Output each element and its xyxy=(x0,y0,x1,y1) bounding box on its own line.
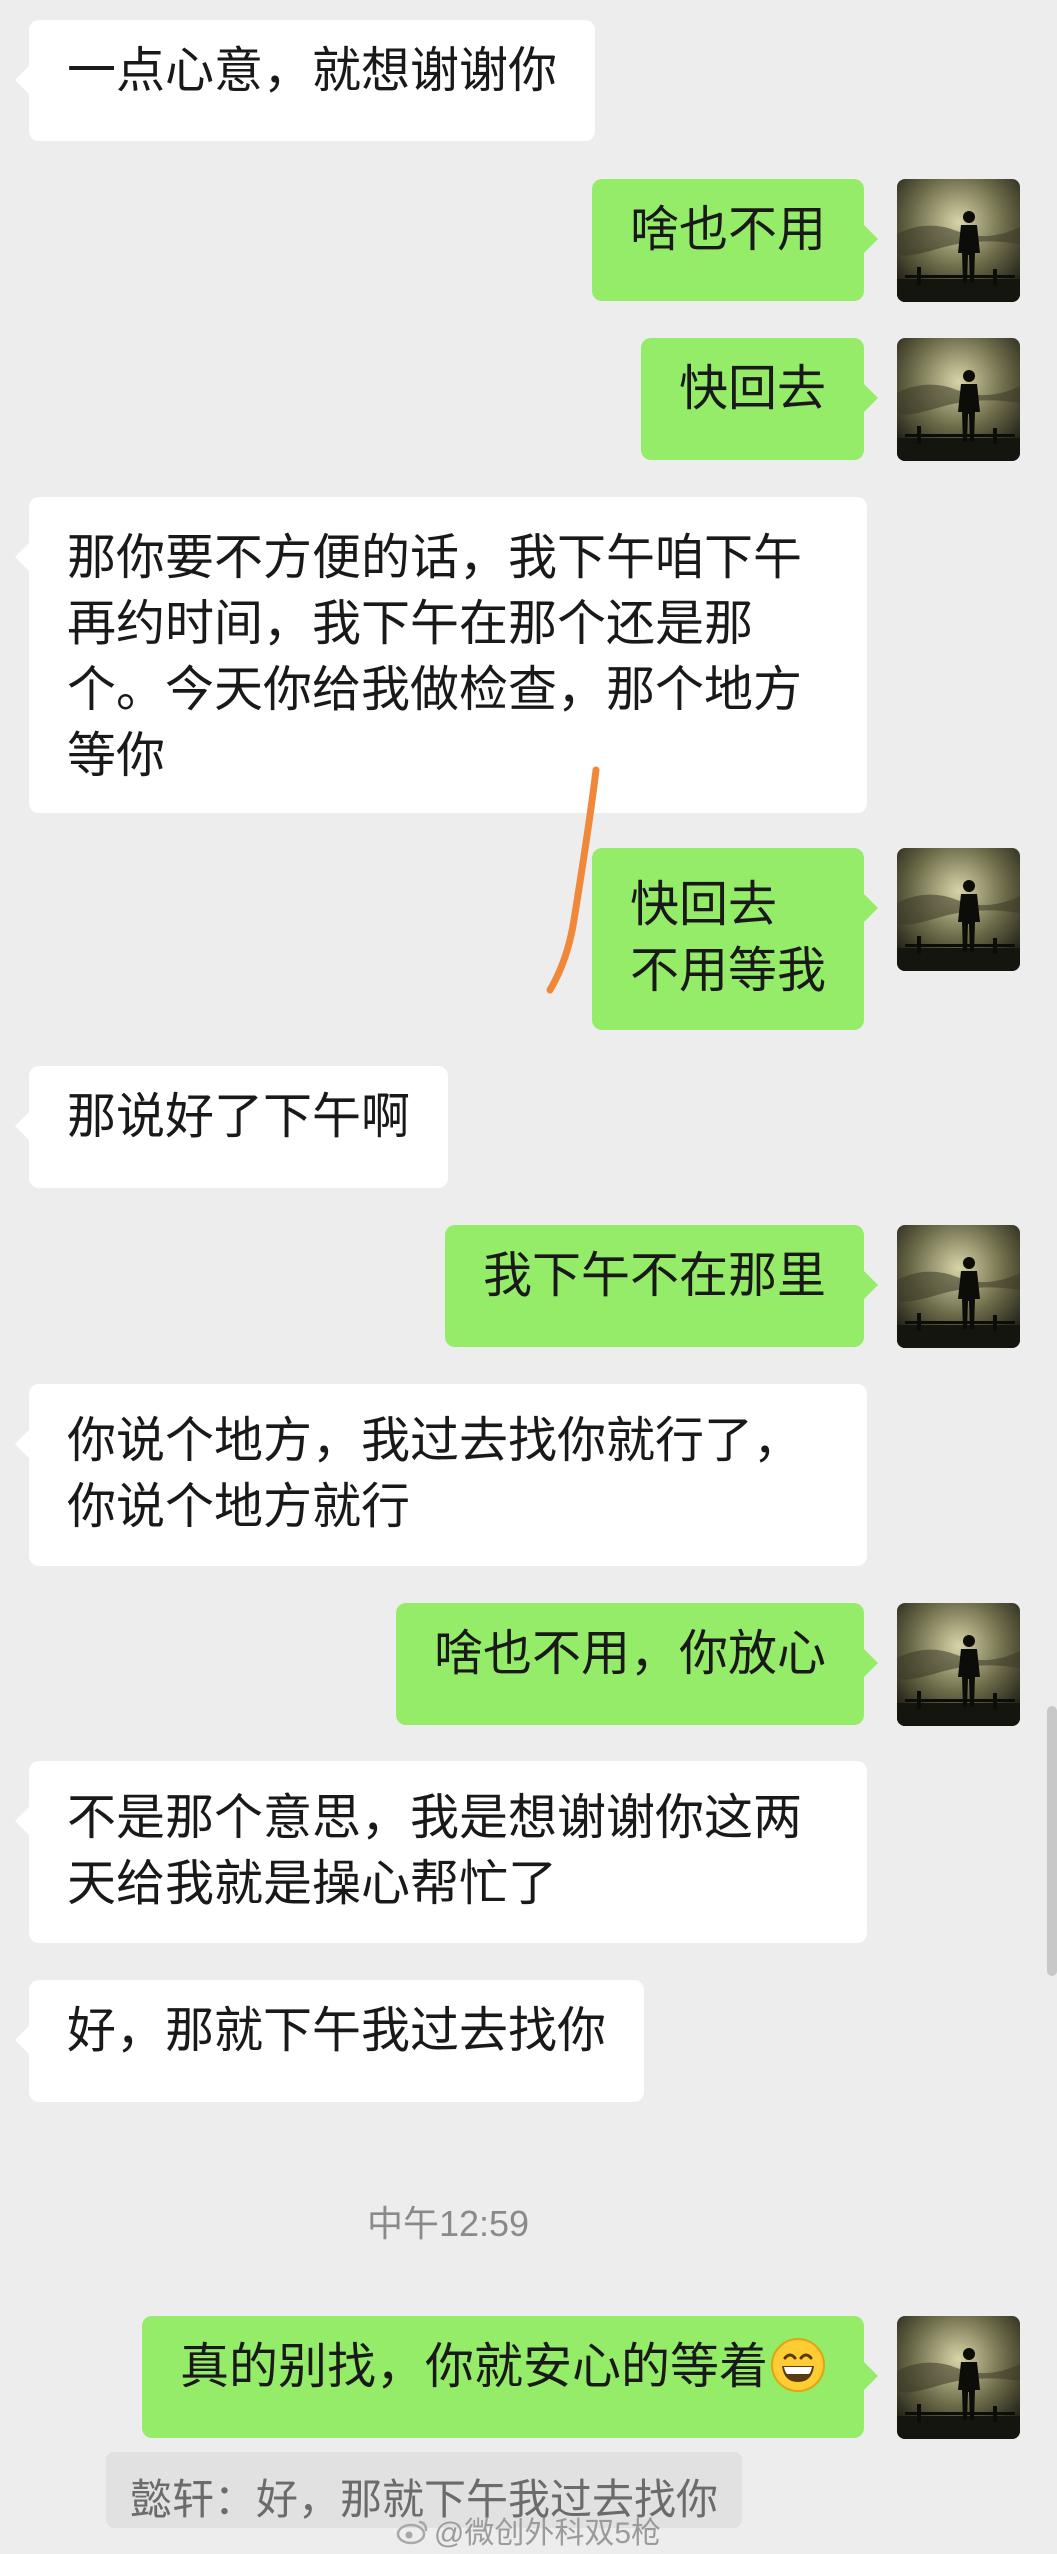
message-bubble-outgoing[interactable]: 快回去 不用等我 xyxy=(591,848,879,1030)
message-timestamp: 中午12:59 xyxy=(366,2203,530,2244)
avatar[interactable] xyxy=(897,179,1020,302)
message-bubble-outgoing[interactable]: 啥也不用，你放心 xyxy=(395,1603,879,1725)
message-bubble-outgoing[interactable]: 我下午不在那里 xyxy=(444,1225,879,1347)
avatar[interactable] xyxy=(897,1225,1020,1348)
avatar-silhouette-icon xyxy=(897,1603,1020,1726)
avatar-silhouette-icon xyxy=(897,1225,1020,1348)
message-bubble-outgoing[interactable]: 真的别找，你就安心的等着 xyxy=(141,2316,879,2438)
watermark-text: @微创外科双5枪 xyxy=(433,2517,662,2550)
avatar[interactable] xyxy=(897,848,1020,971)
avatar-silhouette-icon xyxy=(897,179,1020,302)
message-bubble-outgoing[interactable]: 啥也不用 xyxy=(591,179,879,301)
message-bubble-incoming[interactable]: 你说个地方，我过去找你就行了， 你说个地方就行 xyxy=(15,1384,867,1566)
message-bubble-incoming[interactable]: 不是那个意思，我是想谢谢你这两 天给我就是操心帮忙了 xyxy=(15,1761,867,1943)
avatar[interactable] xyxy=(897,2316,1020,2439)
avatar-silhouette-icon xyxy=(897,848,1020,971)
message-bubble-incoming[interactable]: 好，那就下午我过去找你 xyxy=(14,1980,645,2102)
message-text: 真的别找，你就安心的等着 xyxy=(179,2340,768,2394)
avatar-silhouette-icon xyxy=(897,2316,1020,2439)
avatar[interactable] xyxy=(897,1603,1020,1726)
grinning-face-icon xyxy=(770,2337,826,2410)
avatar-silhouette-icon xyxy=(897,338,1020,461)
message-bubble-incoming[interactable]: 一点心意，就想谢谢你 xyxy=(14,20,596,141)
avatar[interactable] xyxy=(897,338,1020,461)
message-bubble-outgoing[interactable]: 快回去 xyxy=(640,338,879,460)
weibo-icon xyxy=(396,2517,430,2553)
scrollbar[interactable] xyxy=(1047,1706,1057,1976)
chat-window[interactable]: 一点心意，就想谢谢你 啥也不用 快回去 那你要不方便的话，我下午咱下午 再约时间… xyxy=(0,0,1057,2554)
message-bubble-incoming[interactable]: 那你要不方便的话，我下午咱下午 再约时间，我下午在那个还是那 个。今天你给我做检… xyxy=(15,497,867,813)
message-bubble-incoming[interactable]: 那说好了下午啊 xyxy=(14,1066,449,1188)
watermark: @微创外科双5枪 xyxy=(0,2508,1057,2553)
